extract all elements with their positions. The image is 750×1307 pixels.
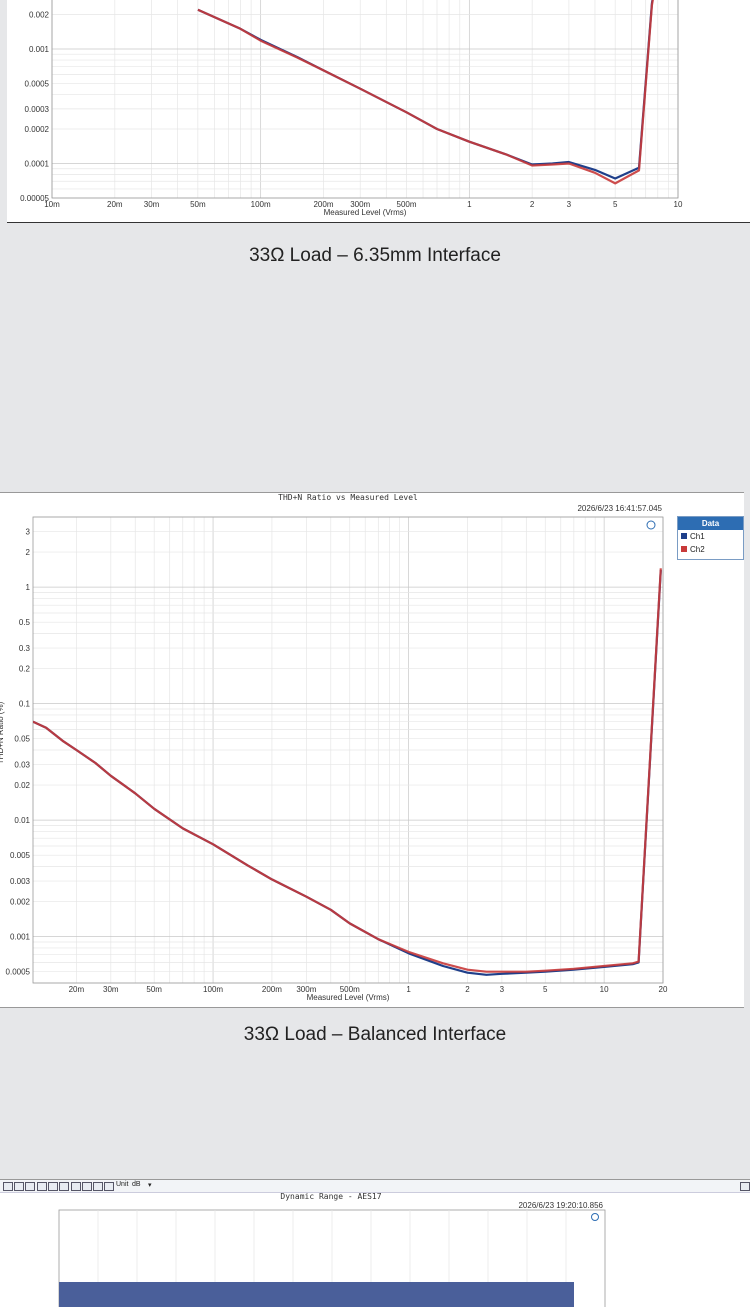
y-tick-label: 0.1	[19, 700, 31, 709]
x-tick-label: 1	[406, 985, 411, 994]
chart-title: THD+N Ratio vs Measured Level	[278, 493, 418, 502]
x-tick-label: 20	[659, 985, 668, 994]
series-line-ch2	[33, 568, 662, 973]
y-gridlines	[33, 516, 663, 984]
series-line-ch2	[197, 0, 654, 185]
legend-swatch-ch2	[681, 546, 687, 552]
chart-legend: Data Ch1 Ch2	[677, 516, 744, 560]
x-tick-label: 1	[467, 200, 472, 209]
x-tick-label: 50m	[146, 985, 162, 994]
series-group	[197, 0, 654, 185]
x-axis-label: Measured Level (Vrms)	[307, 993, 390, 1002]
chart-panel-balanced: THD+N Ratio vs Measured Level 2026/6/23 1…	[0, 492, 744, 1008]
caption-6-35mm: 33Ω Load – 6.35mm Interface	[249, 245, 501, 266]
y-tick-label: 0.0001	[25, 160, 50, 169]
y-tick-label: 0.0002	[25, 125, 50, 134]
x-tick-label: 200m	[262, 985, 282, 994]
series-line-ch1	[197, 0, 654, 180]
legend-item-ch1: Ch1	[678, 530, 743, 543]
y-tick-label: 2	[26, 548, 31, 557]
x-tick-label: 5	[613, 200, 618, 209]
x-tick-label: 10	[600, 985, 609, 994]
y-tick-label: 0.05	[14, 735, 30, 744]
legend-item-ch2: Ch2	[678, 543, 743, 556]
x-tick-label: 50m	[190, 200, 206, 209]
y-tick-label: 0.0005	[25, 79, 50, 88]
x-tick-label: 20m	[69, 985, 85, 994]
x-tick-label: 10	[674, 200, 683, 209]
y-tick-label: 0.0003	[25, 105, 50, 114]
x-tick-label: 30m	[103, 985, 119, 994]
thd-chart-balanced: THD+N Ratio vs Measured Level 2026/6/23 1…	[0, 493, 668, 1002]
chart-timestamp: 2026/6/23 16:41:57.045	[577, 504, 662, 513]
x-tick-label: 3	[567, 200, 572, 209]
y-tick-label: 0.01	[14, 816, 30, 825]
y-tick-label: 0.005	[10, 851, 31, 860]
chart-timestamp: 2026/6/23 19:20:10.856	[518, 1201, 603, 1210]
y-tick-label: 0.002	[29, 10, 50, 19]
y-tick-label: 0.00005	[20, 194, 49, 203]
chart-panel-6-35mm: 10m 20m 30m 50m 100m 200m 300m 500m 1 2 3 5 10 0.002 0…	[7, 0, 750, 223]
ap-logo-icon	[646, 520, 656, 530]
y-tick-label: 0.003	[10, 877, 31, 886]
x-tick-label: 5	[543, 985, 548, 994]
x-tick-label: 3	[500, 985, 505, 994]
dynamic-range-bar	[59, 1282, 574, 1307]
dynamic-range-chart: Dynamic Range - AES17 2026/6/23 19:20:10.…	[58, 1192, 606, 1307]
series-group	[33, 568, 662, 976]
y-tick-label: 0.001	[29, 45, 50, 54]
legend-title: Data	[678, 517, 743, 530]
y-tick-label: 0.03	[14, 761, 30, 770]
x-tick-label: 20m	[107, 200, 123, 209]
legend-label-ch1: Ch1	[690, 532, 705, 541]
x-tick-label: 30m	[144, 200, 160, 209]
y-tick-label: 1	[26, 583, 31, 592]
chart-panel-dynamic-range: Unit dB ▾ Dynamic Range - AES17 2026/6/23…	[0, 1179, 750, 1307]
x-tick-label: 100m	[203, 985, 223, 994]
y-tick-label: 0.5	[19, 618, 31, 627]
y-axis-label: THD+N Ratio (%)	[0, 701, 5, 764]
y-tick-label: 3	[26, 528, 31, 537]
x-tick-label: 2	[530, 200, 535, 209]
legend-swatch-ch1	[681, 533, 687, 539]
x-tick-label: 2	[465, 985, 470, 994]
thd-chart-6-35mm: 10m 20m 30m 50m 100m 200m 300m 500m 1 2 3 5 100.0020…	[20, 0, 683, 217]
chart-title: Dynamic Range - AES17	[280, 1192, 381, 1201]
legend-label-ch2: Ch2	[690, 545, 705, 554]
y-tick-label: 0.001	[10, 933, 31, 942]
y-tick-label: 0.2	[19, 665, 31, 674]
caption-balanced: 33Ω Load – Balanced Interface	[243, 1024, 507, 1045]
y-tick-label: 0.3	[19, 644, 31, 653]
x-tick-label: 100m	[251, 200, 271, 209]
y-tick-label: 0.0005	[6, 968, 31, 977]
series-line-ch1	[33, 570, 662, 976]
x-axis-label: Measured Level (Vrms)	[324, 208, 407, 217]
y-tick-label: 0.002	[10, 898, 31, 907]
y-tick-label: 0.02	[14, 781, 30, 790]
